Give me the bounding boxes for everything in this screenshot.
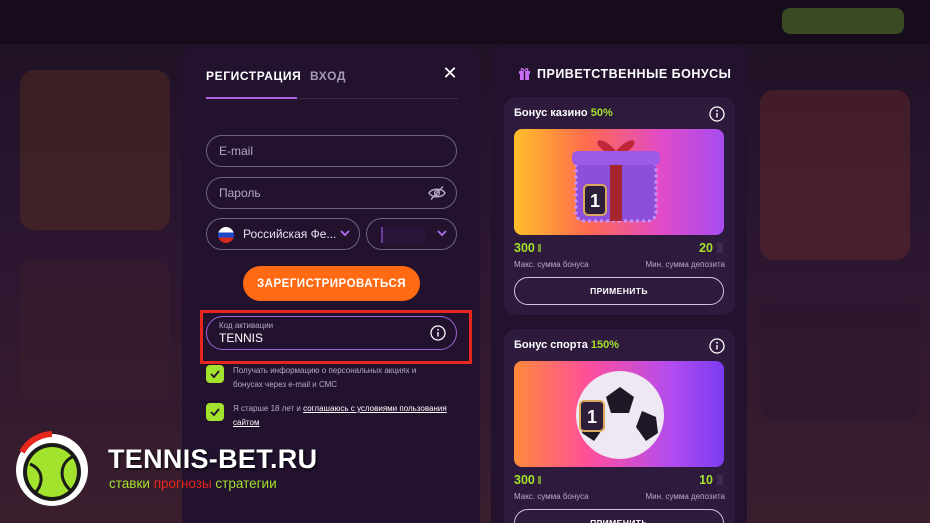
chevron-down-icon: [340, 230, 350, 237]
info-icon[interactable]: [709, 338, 725, 354]
site-tagline: ставки прогнозы стратегии: [109, 476, 277, 491]
auth-tabs: РЕГИСТРАЦИЯ ВХОД ✕: [206, 64, 458, 99]
currency-select[interactable]: [366, 218, 457, 250]
promo-consent-text: Получать информацию о персональных акция…: [233, 366, 417, 389]
tab-login[interactable]: ВХОД: [310, 69, 346, 83]
tagline-word: ставки: [109, 476, 150, 491]
casino-bonus-title: Бонус казино 50%: [514, 107, 613, 119]
gift-icon: [519, 68, 530, 80]
currency-value-box: [381, 227, 425, 243]
close-icon[interactable]: ✕: [442, 64, 458, 82]
age-consent-checkbox[interactable]: [206, 403, 224, 421]
max-amount-caption: Макс. сумма бонуса: [514, 492, 589, 501]
currency-mark: [537, 476, 541, 484]
soccer-ball-image: 1: [514, 361, 724, 467]
bonuses-title-text: ПРИВЕТСТВЕННЫЕ БОНУСЫ: [537, 67, 732, 81]
age-consent-text: Я старше 18 лет и соглашаюсь с условиями…: [233, 402, 448, 430]
age-consent-prefix: Я старше 18 лет и: [233, 404, 304, 413]
currency-mark: [717, 475, 723, 485]
tagline-word: прогнозы: [153, 476, 212, 491]
register-button[interactable]: ЗАРЕГИСТРИРОВАТЬСЯ: [243, 266, 420, 301]
card-percent: 150%: [590, 339, 620, 351]
background-tile: [760, 90, 910, 260]
sport-bonus-title: Бонус спорта 150%: [514, 339, 619, 351]
activation-code-highlight: [200, 310, 472, 364]
site-watermark: TENNIS-BET.RU ставки прогнозы стратегии: [12, 430, 317, 510]
casino-max-amount: 300: [514, 241, 541, 255]
promo-consent-checkbox[interactable]: [206, 365, 224, 383]
currency-mark: [717, 243, 723, 253]
apply-casino-bonus-button[interactable]: ПРИМЕНИТЬ: [514, 277, 724, 305]
tab-register[interactable]: РЕГИСТРАЦИЯ: [206, 69, 301, 83]
amount-value: 20: [699, 241, 713, 255]
password-field[interactable]: Пароль: [206, 177, 457, 209]
tennis-ball-logo-icon: [16, 431, 88, 506]
max-amount-caption: Макс. сумма бонуса: [514, 260, 589, 269]
card-title-text: Бонус спорта: [514, 339, 588, 351]
sport-max-amount: 300: [514, 473, 541, 487]
amount-value: 10: [699, 473, 713, 487]
email-field[interactable]: E-mail: [206, 135, 457, 167]
check-icon: [210, 370, 220, 379]
check-icon: [210, 408, 220, 417]
min-deposit-caption: Мин. сумма депозита: [645, 260, 725, 269]
russia-flag-icon: [218, 227, 234, 243]
amount-value: 300: [514, 473, 535, 487]
background-button: [782, 8, 904, 34]
background-tile: [760, 300, 920, 420]
casino-gift-box-image: 1: [514, 129, 724, 235]
casino-min-deposit: 20: [699, 241, 723, 255]
email-placeholder: E-mail: [219, 144, 254, 158]
casino-bonus-card: Бонус казино 50% 1 300 20 Макс. сумма бо…: [504, 97, 735, 315]
sport-bonus-card: Бонус спорта 150% 1 300 10 Макс. сумма б…: [504, 329, 735, 523]
background-tile: [20, 70, 170, 230]
card-title-text: Бонус казино: [514, 107, 588, 119]
active-tab-indicator: [206, 97, 297, 99]
card-percent: 50%: [590, 107, 613, 119]
country-value: Российская Фе...: [243, 227, 337, 241]
tagline-word: стратегии: [215, 476, 277, 491]
bonuses-title: ПРИВЕТСТВЕННЫЕ БОНУСЫ: [518, 67, 731, 81]
password-placeholder: Пароль: [219, 186, 261, 200]
amount-value: 300: [514, 241, 535, 255]
welcome-bonuses-panel: ПРИВЕТСТВЕННЫЕ БОНУСЫ Бонус казино 50% 1: [491, 45, 747, 523]
chevron-down-icon: [437, 230, 447, 237]
svg-text:1: 1: [590, 191, 600, 211]
min-deposit-caption: Мин. сумма депозита: [645, 492, 725, 501]
info-icon[interactable]: [709, 106, 725, 122]
country-select[interactable]: Российская Фе...: [206, 218, 360, 250]
svg-text:1: 1: [587, 407, 597, 427]
sport-min-deposit: 10: [699, 473, 723, 487]
apply-sport-bonus-button[interactable]: ПРИМЕНИТЬ: [514, 509, 724, 523]
eye-off-icon[interactable]: [428, 185, 446, 201]
site-name: TENNIS-BET.RU: [108, 444, 318, 474]
currency-mark: [537, 244, 541, 252]
background-tile: [20, 260, 170, 400]
